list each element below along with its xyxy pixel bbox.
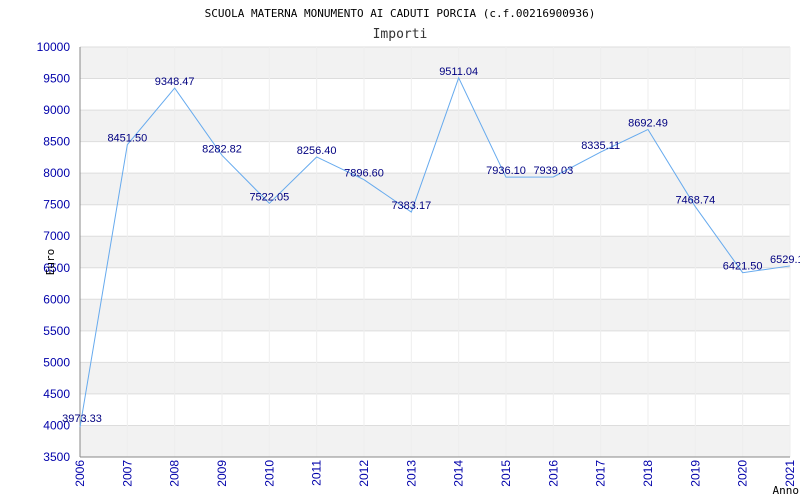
background-band [80, 110, 790, 142]
data-label: 7383.17 [391, 200, 431, 212]
x-tick-label: 2008 [168, 460, 182, 487]
x-tick-label: 2012 [357, 460, 371, 487]
data-label: 8692.49 [628, 117, 668, 129]
x-tick-label: 2009 [215, 460, 229, 487]
background-bands [80, 47, 790, 457]
y-axis-label: Euro [44, 249, 57, 276]
y-tick-label: 5500 [43, 324, 70, 338]
x-tick-label: 2011 [310, 460, 324, 486]
data-label: 8282.82 [202, 143, 242, 155]
y-tick-label: 7500 [43, 198, 70, 212]
x-tick-label: 2021 [783, 460, 797, 487]
background-band [80, 47, 790, 79]
data-label: 9348.47 [155, 76, 195, 88]
x-tick-label: 2016 [546, 460, 560, 487]
data-label: 9511.04 [439, 66, 478, 78]
data-label: 7939.03 [533, 165, 573, 177]
data-label: 7522.05 [249, 191, 289, 203]
x-tick-label: 2017 [594, 460, 608, 487]
x-tick-label: 2014 [452, 460, 466, 487]
data-label: 6421.50 [723, 261, 763, 273]
y-tick-label: 9500 [43, 72, 70, 86]
y-tick-label: 9000 [43, 103, 70, 117]
data-label: 7896.60 [344, 168, 384, 180]
data-label: 8256.40 [297, 145, 337, 157]
y-tick-label: 8000 [43, 166, 70, 180]
y-tick-label: 5000 [43, 355, 70, 369]
x-tick-label: 2006 [73, 460, 87, 487]
x-axis-label: Anno [773, 484, 800, 497]
data-label: 8451.50 [107, 133, 147, 145]
background-band [80, 425, 790, 457]
y-tick-label: 4500 [43, 387, 70, 401]
x-tick-label: 2007 [120, 460, 134, 487]
background-band [80, 362, 790, 394]
y-tick-label: 8500 [43, 135, 70, 149]
data-label: 8335.11 [581, 140, 620, 152]
x-tick-label: 2018 [641, 460, 655, 487]
background-band [80, 299, 790, 331]
x-tick-label: 2010 [262, 460, 276, 487]
y-tick-label: 3500 [43, 450, 70, 464]
y-tick-label: 6000 [43, 292, 70, 306]
chart-title: SCUOLA MATERNA MONUMENTO AI CADUTI PORCI… [205, 7, 596, 20]
x-tick-label: 2020 [736, 460, 750, 487]
line-chart: 3500400045005000550060006500700075008000… [37, 7, 800, 497]
data-label: 7468.74 [675, 195, 715, 207]
chart-subtitle: Importi [373, 27, 428, 42]
data-label: 7936.10 [486, 165, 526, 177]
x-tick-label: 2015 [499, 460, 513, 487]
data-label: 3973.33 [62, 413, 102, 425]
x-tick-label: 2013 [404, 460, 418, 487]
y-tick-label: 10000 [37, 40, 71, 54]
background-band [80, 236, 790, 268]
data-label: 6529.1 [770, 254, 800, 266]
x-tick-label: 2019 [688, 460, 702, 487]
x-tick-labels: 2006 2007 2008 2009 2010 2011 2012 2013 2014 2015… [73, 460, 797, 487]
y-tick-label: 7000 [43, 229, 70, 243]
